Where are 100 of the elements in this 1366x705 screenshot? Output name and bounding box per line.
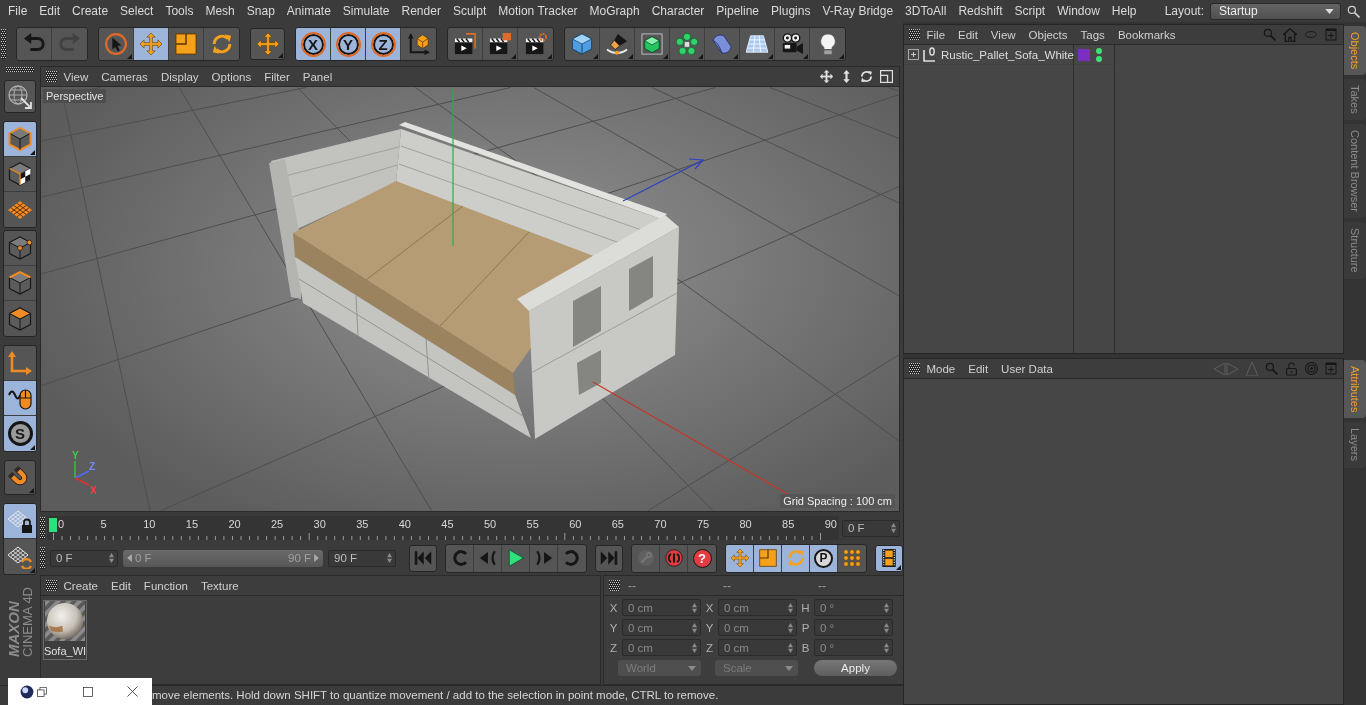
coordinate-field[interactable]: 0 ° [814, 639, 893, 656]
menu-item[interactable]: Tools [159, 4, 200, 18]
right-arrow-icon[interactable] [314, 554, 319, 562]
model-mode-button[interactable] [4, 122, 36, 157]
timeline-ruler[interactable]: 0 5 10 15 20 25 30 35 40 45 50 55 60 65 70 75 80 85 90 [47, 516, 839, 540]
grip-icon[interactable] [46, 580, 57, 591]
globe-icon [8, 84, 32, 109]
expand-icon[interactable] [908, 49, 919, 60]
go-to-start-button[interactable] [409, 544, 437, 572]
menu-item[interactable]: Mesh [199, 4, 241, 18]
maximize-icon[interactable] [83, 686, 93, 697]
tweak-mode-button[interactable] [4, 381, 36, 416]
menu-item[interactable]: View [57, 70, 95, 83]
menu-item[interactable]: Motion Tracker [492, 4, 584, 18]
axis-lock-button[interactable]: Y [331, 28, 366, 60]
menu-item[interactable]: Edit [961, 362, 995, 375]
menu-item[interactable]: Tags [1074, 28, 1112, 41]
sofa-model[interactable] [269, 122, 679, 439]
axis-icon [8, 351, 32, 375]
make-editable-button[interactable] [4, 80, 36, 113]
menu-item[interactable]: Objects [1022, 28, 1075, 41]
layer-color-icon[interactable] [1078, 48, 1090, 61]
grip-icon[interactable] [40, 517, 45, 539]
key-rotation-button[interactable] [782, 544, 810, 572]
menu-item[interactable]: Character [645, 4, 711, 18]
menu-item[interactable]: Window [1051, 4, 1106, 18]
menu-item[interactable]: Select [114, 4, 160, 18]
menu-item[interactable]: Function [137, 579, 195, 592]
menu-item[interactable]: V-Ray Bridge [816, 4, 900, 18]
grip-icon[interactable] [1, 29, 6, 59]
key-parameter-button[interactable]: P [810, 544, 838, 572]
key-position-button[interactable] [726, 544, 754, 572]
object-item[interactable]: Rustic_Pallet_Sofa_White [904, 45, 1073, 65]
clapperboard-icon [489, 33, 511, 55]
menu-item[interactable]: Display [154, 70, 206, 83]
menu-item[interactable]: Edit [951, 28, 985, 41]
move-tool-button[interactable] [134, 28, 169, 60]
spinner-icon [884, 602, 889, 613]
menu-item[interactable]: File [920, 28, 952, 41]
menu-item[interactable]: Cameras [94, 70, 155, 83]
menu-item[interactable]: Mode [920, 362, 962, 375]
menu-item[interactable]: Edit [104, 579, 138, 592]
menu-item[interactable]: Simulate [336, 4, 396, 18]
grip-icon[interactable] [609, 580, 620, 591]
move-icon [730, 549, 749, 567]
menu-item[interactable]: Animate [280, 4, 337, 18]
key-scale-button[interactable] [754, 544, 782, 572]
grip-icon[interactable] [40, 547, 45, 569]
frame-number: 65 [610, 518, 625, 531]
app-logo-icon[interactable] [20, 684, 34, 699]
frame-field[interactable]: 0 F [50, 549, 118, 567]
menu-item[interactable]: Create [57, 579, 105, 592]
grip-icon[interactable] [6, 67, 34, 72]
axis-lock-button[interactable]: X [296, 28, 331, 60]
close-icon[interactable] [127, 686, 138, 697]
frame-field[interactable]: 0 F [842, 519, 900, 537]
menu-item[interactable]: Help [1105, 4, 1143, 18]
menu-item[interactable]: Pipeline [710, 4, 766, 18]
menu-item[interactable]: Bookmarks [1111, 28, 1182, 41]
workplane-lock-button[interactable] [4, 504, 36, 539]
menu-item[interactable]: User Data [994, 362, 1060, 375]
grip-icon[interactable] [909, 29, 920, 40]
visibility-dots-icon[interactable] [1096, 47, 1102, 62]
restore-icon[interactable] [37, 686, 47, 697]
go-to-end-button[interactable] [595, 544, 623, 572]
timeline-button[interactable] [875, 544, 903, 572]
menu-item[interactable]: Plugins [765, 4, 817, 18]
circular-arrows-icon[interactable] [860, 70, 873, 83]
menu-item[interactable]: Render [395, 4, 447, 18]
coordinate-field[interactable]: 0 ° [814, 599, 893, 616]
menu-item[interactable]: 3DToAll [899, 4, 953, 18]
menu-item[interactable]: Texture [194, 579, 246, 592]
apply-button[interactable]: Apply [814, 660, 897, 676]
menu-item[interactable]: Script [1008, 4, 1052, 18]
menu-item[interactable]: Snap [240, 4, 281, 18]
four-arrows-icon[interactable] [820, 70, 833, 83]
search-icon[interactable] [1347, 4, 1360, 18]
layout-dropdown[interactable]: Startup [1210, 2, 1341, 20]
axis-lock-button[interactable]: Z [366, 28, 401, 60]
snap-button[interactable] [4, 460, 36, 495]
menu-item[interactable]: Redshift [952, 4, 1009, 18]
menu-item[interactable]: Edit [33, 4, 67, 18]
menu-item[interactable]: File [2, 4, 34, 18]
solo-button[interactable]: S [4, 416, 36, 451]
menu-item[interactable]: Panel [296, 70, 339, 83]
grip-icon[interactable] [46, 71, 57, 82]
transform-tool-button[interactable] [250, 28, 285, 60]
menu-item[interactable]: Create [66, 4, 115, 18]
menu-item[interactable]: Filter [257, 70, 297, 83]
coordinate-field[interactable]: 0 ° [814, 619, 893, 636]
menu-item[interactable]: Sculpt [446, 4, 493, 18]
vertical-arrows-icon[interactable] [840, 70, 853, 83]
left-arrow-icon[interactable] [127, 554, 132, 562]
grip-icon[interactable] [909, 363, 920, 374]
material-item[interactable]: Sofa_WI [43, 600, 87, 660]
frame-field[interactable]: 90 F [328, 549, 396, 567]
menu-item[interactable]: MoGraph [583, 4, 646, 18]
menu-item[interactable]: View [984, 28, 1023, 41]
cursor-icon [105, 33, 127, 55]
menu-item[interactable]: Options [205, 70, 258, 83]
